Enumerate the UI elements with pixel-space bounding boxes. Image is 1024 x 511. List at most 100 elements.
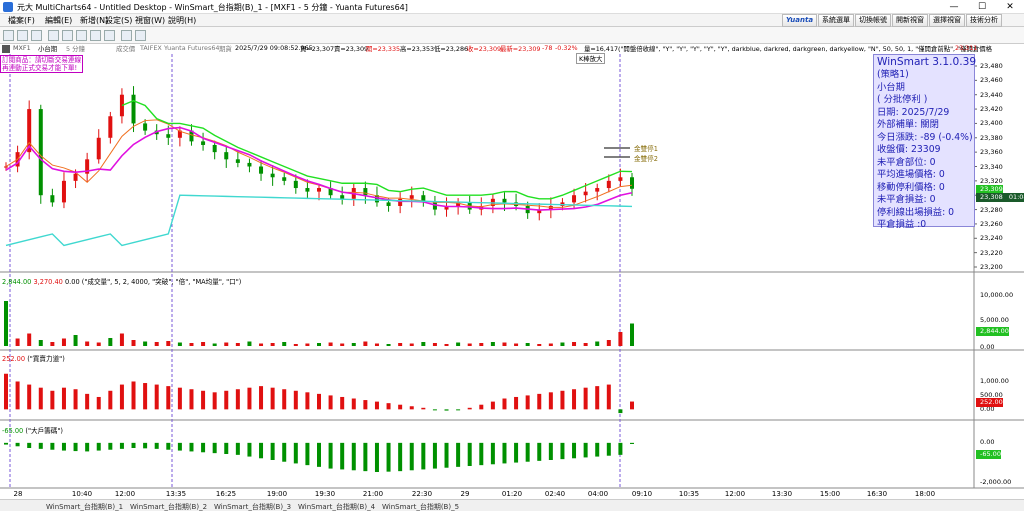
zoom-icon[interactable] [76,30,87,41]
close-button[interactable]: ✕ [996,0,1024,14]
volume-bar [514,343,519,346]
power-bar [131,381,136,410]
system-menu-button[interactable]: 系統選單 [818,14,854,27]
menu-new[interactable]: 新增(N) [80,15,108,26]
chart-area[interactable] [0,44,1024,499]
time-axis-label: 16:30 [866,490,888,498]
menu-edit[interactable]: 編輯(E) [45,15,72,26]
crosshair-icon[interactable] [62,30,73,41]
chart-header: MXF1 小台期 5 分鐘 成交價 TAIFEX Yuanta Futures6… [0,44,1024,54]
power-bar [235,389,240,410]
note-line-2: 再連動正式交易才能下單! [2,64,78,72]
big-player-bar [85,442,90,452]
candle-body [108,116,113,138]
cursor-icon[interactable] [48,30,59,41]
format-icon[interactable] [135,30,146,41]
insert-study-icon[interactable] [121,30,132,41]
big-player-bar [270,442,275,460]
header-price-tag: 23,311 [955,44,978,52]
power-bar [4,373,8,410]
volume-bar [143,341,148,346]
text-icon[interactable] [104,30,115,41]
menu-settings[interactable]: 設定(S) [105,15,132,26]
new-chart-icon[interactable] [3,30,14,41]
big-player-bar [444,442,449,468]
candle-body [270,173,275,178]
menu-help[interactable]: 說明(H) [168,15,196,26]
time-axis-label: 19:30 [314,490,336,498]
big-player-bar [340,442,345,470]
volume-bar [595,341,600,346]
power-bar [572,389,577,410]
candle-body [583,191,588,196]
workspace-tab-3[interactable]: WinSmart_台指期(B)_3 [214,502,291,511]
workspace-tab-4[interactable]: WinSmart_台指期(B)_4 [298,502,375,511]
time-axis-label: 29 [460,490,470,498]
big-player-bar [247,442,252,457]
tech-analysis-button[interactable]: 技術分析 [966,14,1002,27]
volume-bar [456,342,461,346]
big-player-bar [61,442,66,451]
volume-bar [490,342,495,346]
power-bar [85,393,90,410]
big-player-bar [514,442,519,463]
volume-bar [467,343,472,346]
bid-label: 買=23,307 [300,45,335,53]
menu-file[interactable]: 檔案(F) [8,15,35,26]
power-bar [432,409,437,411]
trend-cyan-line [5,194,633,247]
big-player-bar [398,442,403,472]
volume-bar [305,343,310,346]
switch-account-button[interactable]: 切換帳號 [855,14,891,27]
candle-body [340,195,345,199]
power-bar [514,396,519,410]
power-bar [398,404,403,410]
price-axis-label: 23,360 [980,148,1003,157]
menu-bar: 檔案(F) 編輯(E) 新增(N) 設定(S) 視窗(W) 說明(H) Yuan… [0,14,1024,27]
price-axis-label: 23,400 [980,119,1003,128]
volume-bar [340,343,345,346]
volume-bar [444,344,449,346]
maximize-button[interactable]: ☐ [968,0,996,14]
volume-bar [259,343,264,346]
time-axis-label: 12:00 [114,490,136,498]
power-bar [119,384,124,410]
big-player-bar [50,442,55,450]
minimize-button[interactable]: — [940,0,968,14]
big-player-bar [502,442,507,464]
volume-bar [50,342,55,346]
candle-body [50,195,55,203]
new-window-button[interactable]: 開新視窗 [892,14,928,27]
power-header: 252.00 ("買賣力道") [2,353,65,363]
power-bar [282,389,287,410]
save-icon[interactable] [31,30,42,41]
chg-label: -78 [542,44,553,52]
select-window-button[interactable]: 選擇視窗 [929,14,965,27]
chart-menu-icon[interactable] [2,45,10,53]
price-tag-dark: 23,308 01:08 [976,193,1024,202]
status-bar: WinSmart_台指期(B)_1 WinSmart_台指期(B)_2 WinS… [0,499,1024,511]
symbol-label: MXF1 [13,44,31,52]
workspace-tab-2[interactable]: WinSmart_台指期(B)_2 [130,502,207,511]
candle-body [247,162,252,167]
volume-bar [61,338,66,346]
volume-bar [166,341,171,346]
menu-window[interactable]: 視窗(W) [135,15,165,26]
info-trailing: 移動停利價格: 0 [877,181,945,193]
power-bar [108,390,113,410]
volume-bar [154,342,159,346]
open-icon[interactable] [17,30,28,41]
price-axis-label: 23,480 [980,62,1003,70]
time-axis-label: 02:40 [544,490,566,498]
workspace-tab-1[interactable]: WinSmart_台指期(B)_1 [46,502,123,511]
last-label: 最新=23,309 [500,45,541,53]
time-axis-label: 21:00 [362,490,384,498]
big-axis-0: 0.00 [980,438,995,446]
candle-body [259,166,264,174]
time-axis-label: 09:10 [631,490,653,498]
price-axis-label: 23,460 [980,76,1003,85]
yuanta-button[interactable]: Yuanta [782,14,818,27]
info-date: 日期: 2025/7/29 [877,106,950,118]
workspace-tab-5[interactable]: WinSmart_台指期(B)_5 [382,502,459,511]
trendline-icon[interactable] [90,30,101,41]
